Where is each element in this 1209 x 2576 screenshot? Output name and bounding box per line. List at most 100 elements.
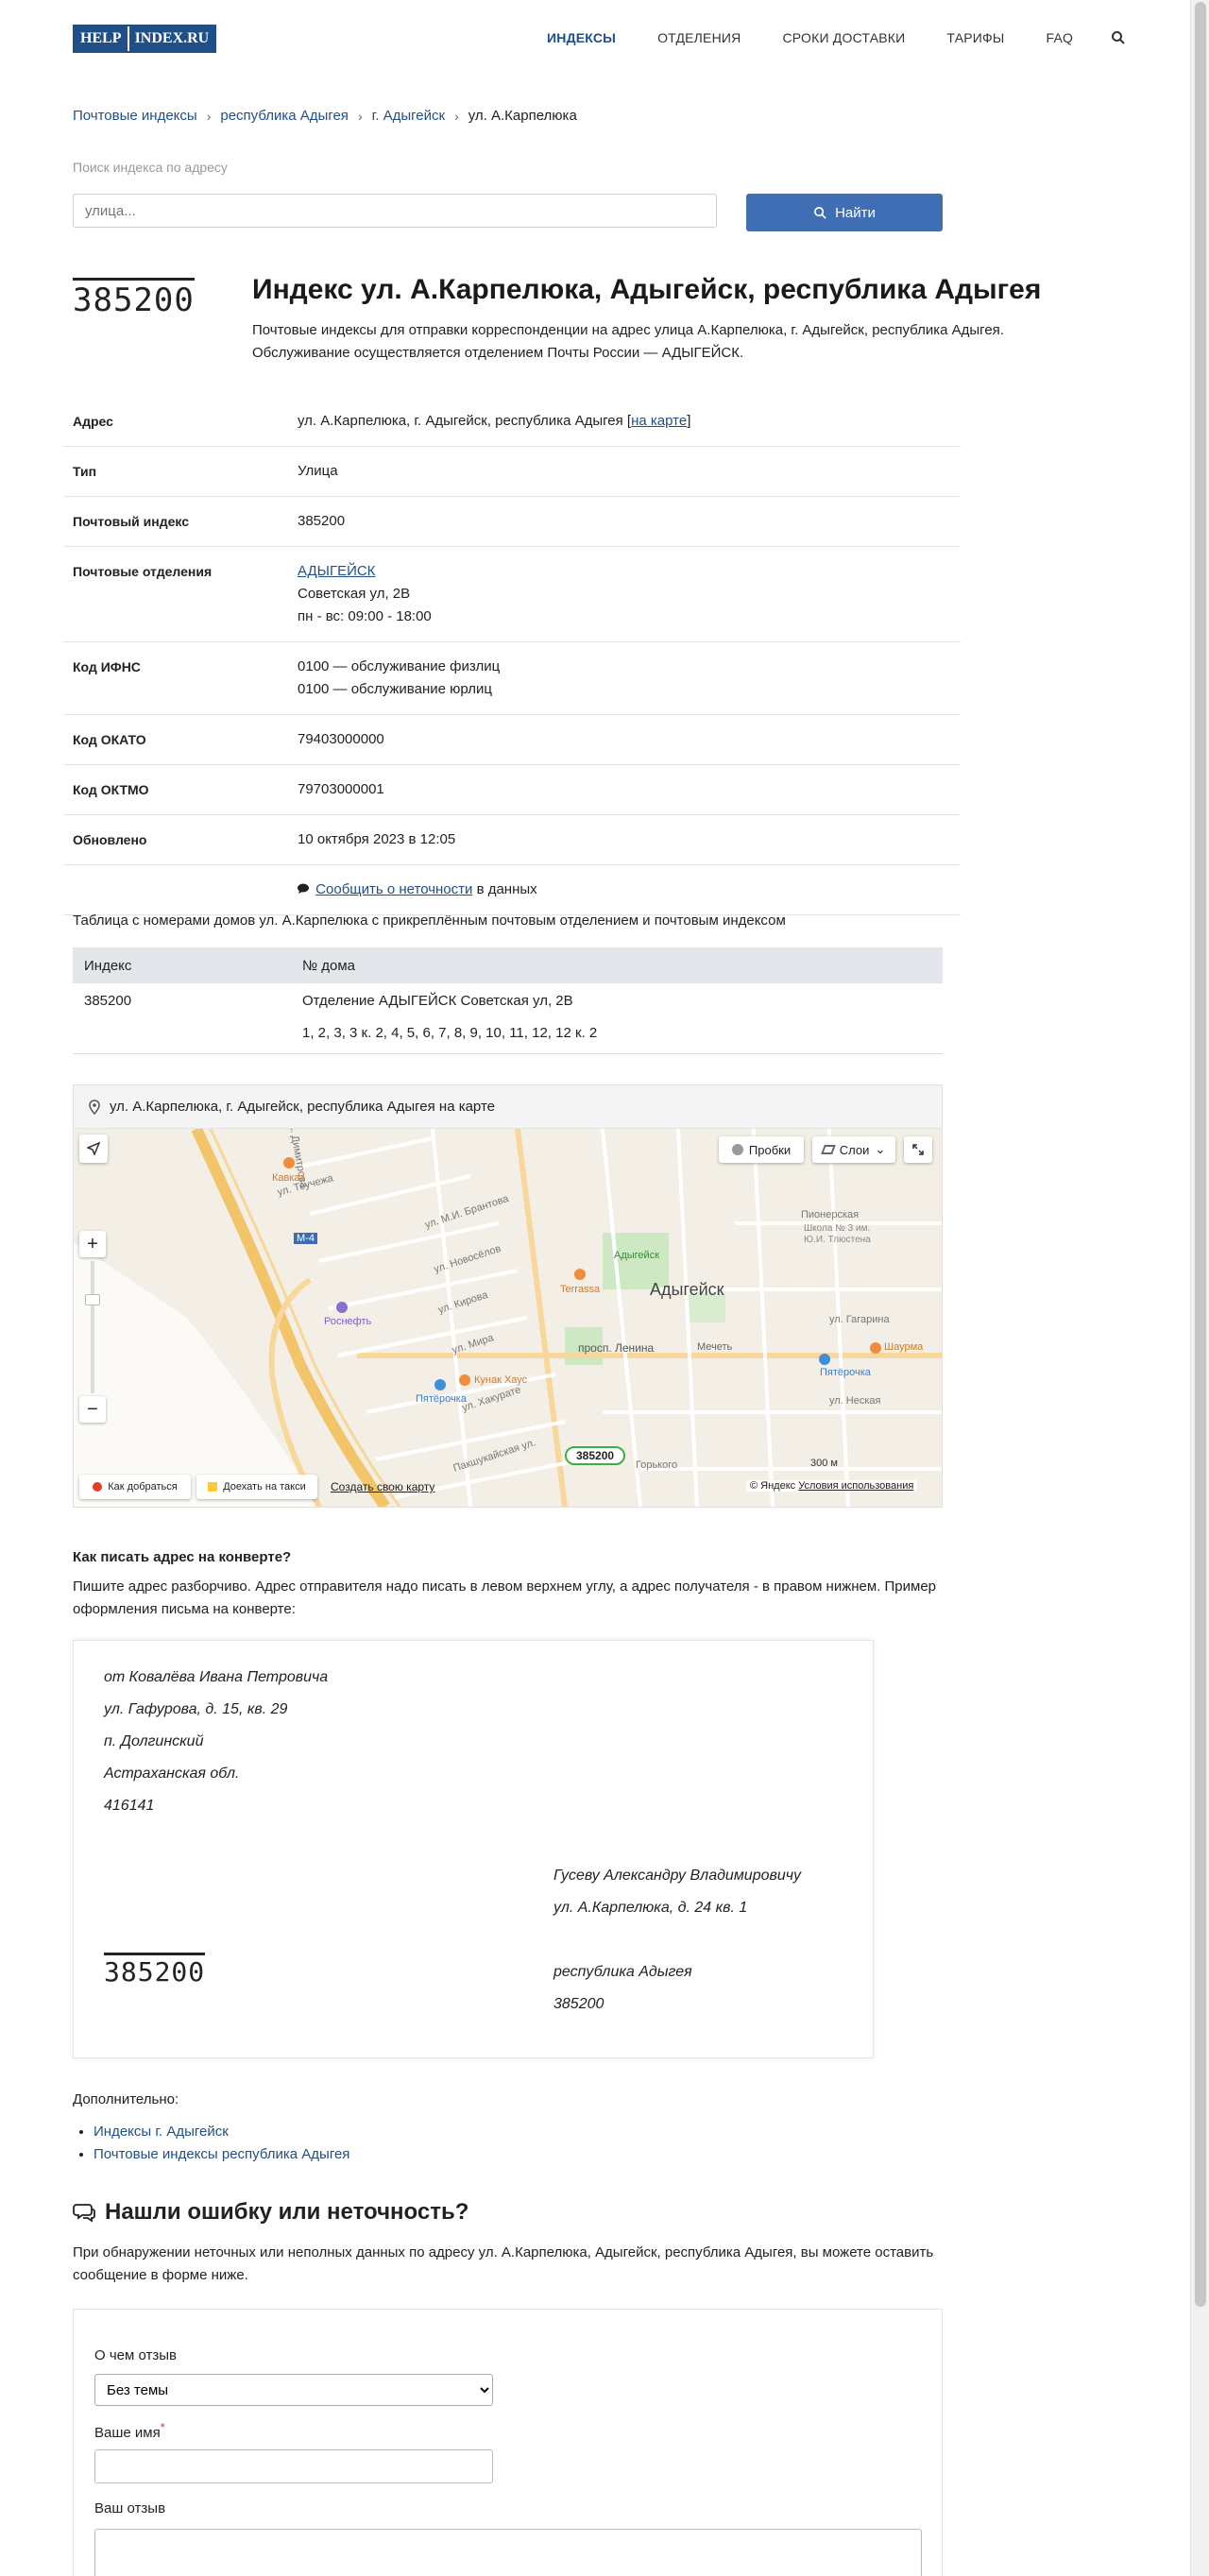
- nav-item-tariffs[interactable]: ТАРИФЫ: [946, 30, 1004, 45]
- map-poi-icon: [459, 1374, 470, 1386]
- zoom-slider-track[interactable]: [91, 1261, 94, 1393]
- feedback-title-text: Нашли ошибку или неточность?: [105, 2199, 469, 2225]
- expand-icon: [912, 1144, 924, 1155]
- required-mark: *: [160, 2421, 165, 2434]
- sender-line: от Ковалёва Ивана Петровича: [104, 1669, 329, 1685]
- list-item: Почтовые индексы республика Адыгея: [94, 2143, 349, 2166]
- map-poi-label: Роснефть: [324, 1316, 372, 1327]
- sender-line: ул. Гафурова, д. 15, кв. 29: [104, 1701, 288, 1717]
- comments-icon: [73, 2204, 95, 2223]
- zoom-out-button[interactable]: −: [79, 1396, 106, 1423]
- link-city-indexes[interactable]: Индексы г. Адыгейск: [94, 2124, 229, 2140]
- search-button[interactable]: Найти: [746, 194, 943, 231]
- houses-table: Индекс № дома 385200 Отделение АДЫГЕЙСК …: [73, 947, 943, 1054]
- layers-button[interactable]: Слои ⌄: [812, 1136, 895, 1163]
- map-poi-icon: [819, 1354, 830, 1365]
- zoom-in-button[interactable]: +: [79, 1231, 106, 1257]
- review-textarea[interactable]: [94, 2529, 922, 2576]
- breadcrumb-region[interactable]: республика Адыгея: [220, 108, 349, 124]
- nav-item-faq[interactable]: FAQ: [1046, 30, 1073, 45]
- info-row-okato: Код ОКАТО 79403000000: [63, 714, 961, 765]
- name-input[interactable]: [94, 2449, 493, 2483]
- map-panel: ул. А.Карпелюка, г. Адыгейск, республика…: [73, 1084, 943, 1508]
- breadcrumb: Почтовые индексы › республика Адыгея › г…: [73, 108, 577, 124]
- office-hours: пн - вс: 09:00 - 18:00: [298, 608, 432, 624]
- envelope-text: Пишите адрес разборчиво. Адрес отправите…: [73, 1578, 937, 1617]
- map-poi-icon: [870, 1342, 881, 1354]
- recipient-line: 385200: [553, 1996, 604, 2012]
- map-poi-label: Пятёрочка: [416, 1393, 467, 1405]
- nav-item-indexes[interactable]: ИНДЕКСЫ: [547, 30, 616, 45]
- map-attribution: © Яндекс Условия использования: [746, 1480, 918, 1492]
- row-empty: [73, 1017, 291, 1054]
- info-key: Тип: [63, 446, 288, 497]
- map-label-school: Школа № 3 им. Ю.И. Тлюстена: [804, 1223, 871, 1245]
- map-terms-link[interactable]: Условия использования: [798, 1480, 913, 1492]
- envelope-example: от Ковалёва Ивана Петровича ул. Гафурова…: [73, 1640, 874, 2058]
- fullscreen-button[interactable]: [904, 1136, 932, 1163]
- breadcrumb-city[interactable]: г. Адыгейск: [372, 108, 445, 124]
- houses-caption: Таблица с номерами домов ул. А.Карпелюка…: [73, 913, 786, 929]
- map-poi-icon: [336, 1302, 348, 1313]
- info-key: Код ОКТМО: [63, 764, 288, 815]
- map-copyright: © Яндекс: [750, 1480, 796, 1492]
- search-button-label: Найти: [835, 204, 876, 221]
- map-label: Пионерская: [801, 1209, 860, 1220]
- map-link[interactable]: на карте: [631, 413, 687, 429]
- header: HELP INDEX.RU ИНДЕКСЫ ОТДЕЛЕНИЯ СРОКИ ДО…: [73, 0, 1168, 77]
- info-value: 385200: [288, 496, 961, 547]
- route-label: Как добраться: [108, 1481, 178, 1493]
- topic-select[interactable]: Без темы: [94, 2374, 493, 2406]
- office-link[interactable]: АДЫГЕЙСК: [298, 563, 375, 579]
- search-icon[interactable]: [1111, 30, 1126, 45]
- map-label: Мечеть: [697, 1341, 733, 1353]
- traffic-button[interactable]: Пробки: [719, 1136, 804, 1163]
- info-row-index: Почтовый индекс 385200: [63, 496, 961, 547]
- taxi-label: Доехать на такси: [223, 1481, 306, 1493]
- zoom-slider-handle[interactable]: [85, 1294, 100, 1305]
- nav-item-delivery-times[interactable]: СРОКИ ДОСТАВКИ: [782, 30, 905, 45]
- link-region-indexes[interactable]: Почтовые индексы республика Адыгея: [94, 2146, 349, 2162]
- map-poi-icon: [574, 1269, 586, 1280]
- search-input[interactable]: [73, 194, 717, 228]
- info-table: Адрес ул. А.Карпелюка, г. Адыгейск, респ…: [63, 397, 961, 915]
- office-address: Советская ул, 2В: [298, 586, 411, 602]
- map-marker-icon: [89, 1099, 100, 1115]
- breadcrumb-current: ул. А.Карпелюка: [468, 108, 577, 124]
- report-inaccuracy-link[interactable]: Сообщить о неточности: [315, 881, 472, 897]
- breadcrumb-postcodes[interactable]: Почтовые индексы: [73, 108, 197, 124]
- info-row-address: Адрес ул. А.Карпелюка, г. Адыгейск, респ…: [63, 397, 961, 447]
- scrollbar-thumb[interactable]: [1195, 2, 1206, 2307]
- main-nav: ИНДЕКСЫ ОТДЕЛЕНИЯ СРОКИ ДОСТАВКИ ТАРИФЫ …: [547, 30, 1126, 45]
- info-key: Обновлено: [63, 814, 288, 865]
- scrollbar[interactable]: [1190, 0, 1209, 2576]
- site-logo[interactable]: HELP INDEX.RU: [73, 25, 217, 53]
- map-poi-label: Кавказ: [272, 1172, 305, 1184]
- info-row-oktmo: Код ОКТМО 79703000001: [63, 764, 961, 815]
- row-index: 385200: [84, 993, 132, 1009]
- page-title: Индекс ул. А.Карпелюка, Адыгейск, респуб…: [252, 274, 1042, 305]
- create-map-link[interactable]: Создать свою карту: [331, 1480, 434, 1493]
- list-item: Индексы г. Адыгейск: [94, 2121, 349, 2143]
- info-value: 79703000001: [288, 764, 961, 815]
- houses-header: Индекс № дома: [73, 947, 943, 983]
- taxi-button[interactable]: Доехать на такси: [196, 1475, 317, 1499]
- map-heading: ул. А.Карпелюка, г. Адыгейск, республика…: [74, 1085, 942, 1129]
- info-value: 10 октября 2023 в 12:05: [288, 814, 961, 865]
- locate-button[interactable]: [79, 1134, 108, 1163]
- route-button[interactable]: Как добраться: [79, 1475, 191, 1499]
- info-row-type: Тип Улица: [63, 446, 961, 497]
- location-arrow-icon: [87, 1142, 100, 1155]
- info-key: Адрес: [63, 397, 288, 447]
- row-office: Отделение АДЫГЕЙСК Советская ул, 2В: [302, 993, 573, 1009]
- nav-item-offices[interactable]: ОТДЕЛЕНИЯ: [657, 30, 741, 45]
- map-marker[interactable]: 385200: [565, 1446, 626, 1465]
- info-value: Сообщить о неточности в данных: [288, 864, 961, 915]
- table-row: 385200 Отделение АДЫГЕЙСК Советская ул, …: [73, 983, 943, 1017]
- map-label: Адыгейск: [614, 1250, 660, 1261]
- map-poi-label: Пятёрочка: [820, 1367, 871, 1378]
- map-label-m4: М-4: [294, 1233, 317, 1244]
- map-canvas[interactable]: М-4 ул. Димитрова ул. Теучежа ул. М.И. Б…: [74, 1129, 942, 1507]
- name-label-text: Ваше имя: [94, 2425, 161, 2441]
- ifns-individuals: 0100 — обслуживание физлиц: [298, 658, 501, 674]
